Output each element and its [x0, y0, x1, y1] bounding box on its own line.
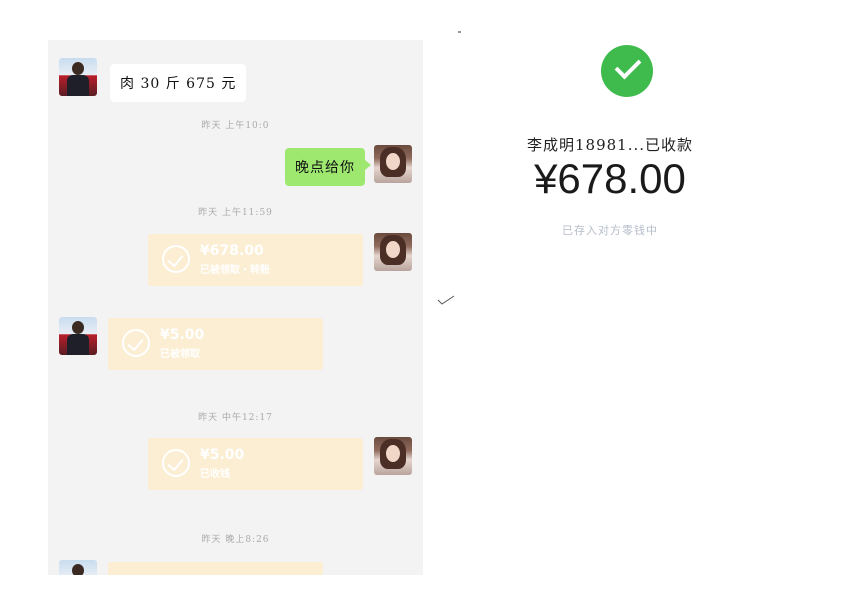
- timestamp: 昨天 上午10:0: [201, 121, 270, 131]
- pen-tick-icon: [437, 295, 455, 305]
- transfer-card[interactable]: ¥678.00 已被领取・转账: [148, 234, 363, 286]
- deposit-note: 已存入对方零钱中: [562, 224, 658, 237]
- transfer-status: 已被领取: [160, 349, 200, 360]
- transfer-card[interactable]: ¥5.00 已收钱: [148, 438, 363, 490]
- transfer-check-icon: [162, 245, 190, 273]
- transfer-amount: ¥678.00: [200, 243, 264, 259]
- transfer-card[interactable]: [108, 562, 323, 575]
- transfer-amount: ¥5.00: [200, 447, 245, 463]
- my-avatar[interactable]: [374, 437, 412, 475]
- success-check-icon: [601, 45, 653, 97]
- received-amount: ¥678.00: [534, 155, 686, 202]
- transfer-status: 已收钱: [200, 469, 230, 480]
- timestamp: 昨天 上午11:59: [198, 208, 273, 218]
- my-avatar[interactable]: [374, 145, 412, 183]
- transfer-check-icon: [122, 329, 150, 357]
- chat-screenshot: 肉 30 斤 675 元 昨天 上午10:0 晚点给你 昨天 上午11:59 ¥…: [48, 40, 423, 575]
- timestamp: 昨天 晚上8:26: [201, 535, 270, 545]
- payee-status: 李成明18981...已收款: [526, 136, 694, 154]
- contact-avatar[interactable]: [59, 317, 97, 355]
- timestamp: 昨天 中午12:17: [198, 413, 273, 423]
- message-bubble[interactable]: 晚点给你: [285, 148, 371, 186]
- scan-speck: [458, 31, 461, 33]
- transfer-check-icon: [162, 449, 190, 477]
- contact-avatar[interactable]: [59, 560, 97, 575]
- transfer-amount: ¥5.00: [160, 327, 205, 343]
- contact-avatar[interactable]: [59, 58, 97, 96]
- message-bubble[interactable]: 肉 30 斤 675 元: [110, 64, 247, 102]
- transfer-status: 已被领取・转账: [200, 265, 270, 276]
- scan-edge: [590, 30, 670, 45]
- transfer-card[interactable]: ¥5.00 已被领取: [108, 318, 323, 370]
- my-avatar[interactable]: [374, 233, 412, 271]
